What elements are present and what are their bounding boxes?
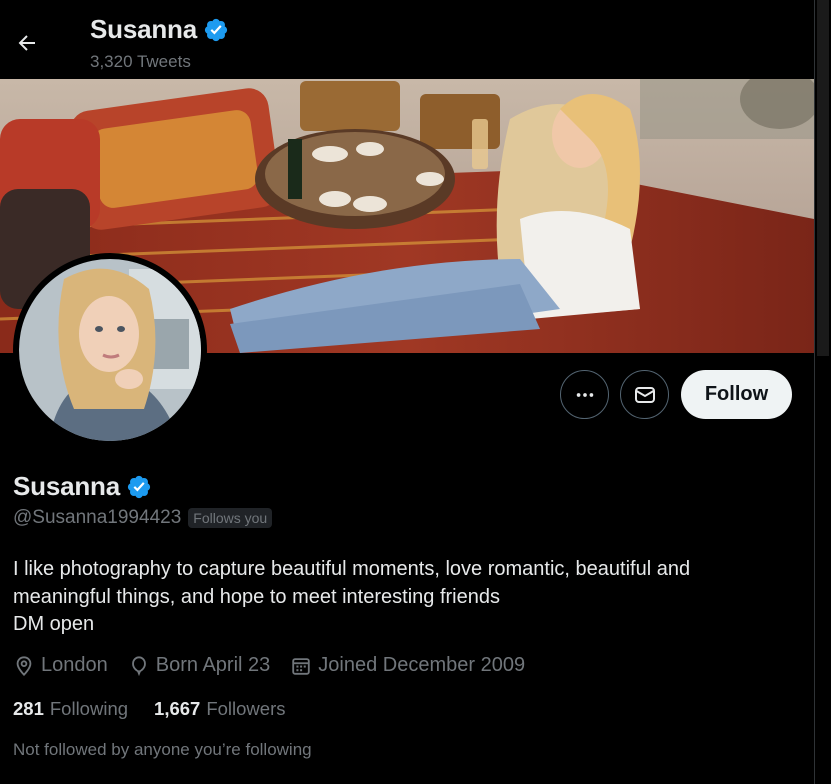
follows-you-badge: Follows you — [188, 508, 273, 528]
following-label: Following — [49, 698, 129, 719]
follow-stats: 281 Following 1,667 Followers — [13, 698, 312, 720]
back-button[interactable] — [8, 24, 46, 62]
profile-display-name: Susanna — [13, 471, 152, 502]
verified-badge-icon[interactable] — [126, 474, 152, 500]
balloon-icon — [131, 655, 146, 676]
following-link[interactable]: 281 Following — [13, 698, 128, 720]
following-count: 281 — [13, 698, 44, 719]
handle-row: @Susanna1994423 Follows you — [13, 507, 273, 529]
joined-text: Joined December 2009 — [318, 654, 526, 676]
followers-link[interactable]: 1,667 Followers — [154, 698, 285, 720]
more-options-button[interactable] — [560, 370, 609, 419]
followers-label: Followers — [206, 698, 286, 719]
arrow-left-icon — [18, 35, 35, 51]
follow-button[interactable]: Follow — [681, 370, 792, 419]
profile-handle: @Susanna1994423 — [13, 507, 182, 528]
joined-item: Joined December 2009 — [290, 654, 525, 677]
profile-page: Susanna 3,320 Tweets Follow Susanna @Sus… — [0, 0, 831, 784]
header-title: Susanna — [90, 14, 229, 45]
location-pin-icon — [16, 655, 32, 676]
verified-badge-icon — [204, 18, 228, 41]
avatar-image — [19, 259, 201, 441]
scrollbar[interactable] — [814, 0, 831, 784]
mutual-followers-note: Not followed by anyone you’re following — [13, 740, 312, 759]
bio-line: meaningful things, and hope to meet inte… — [13, 585, 500, 608]
header-name-text: Susanna — [90, 14, 197, 44]
profile-header: Susanna 3,320 Tweets — [0, 0, 814, 79]
profile-avatar[interactable] — [13, 253, 207, 447]
birthday-item: Born April 23 — [128, 654, 271, 677]
bio-line: DM open — [13, 613, 95, 635]
ellipsis-icon — [576, 392, 593, 397]
display-name-text: Susanna — [13, 471, 120, 501]
followers-count: 1,667 — [154, 698, 201, 719]
message-button[interactable] — [620, 370, 669, 419]
profile-bio: I like photography to capture beautiful … — [13, 556, 793, 639]
tweet-count: 3,320 Tweets — [90, 52, 191, 71]
scrollbar-thumb[interactable] — [817, 0, 829, 356]
calendar-icon — [292, 657, 310, 675]
birthday-text: Born April 23 — [155, 654, 271, 676]
bio-line: I like photography to capture beautiful … — [13, 558, 691, 580]
location-text: London — [41, 654, 108, 676]
envelope-icon — [634, 386, 655, 403]
profile-meta: London Born April 23 Joined December 200… — [13, 654, 545, 677]
location-item: London — [13, 654, 108, 677]
